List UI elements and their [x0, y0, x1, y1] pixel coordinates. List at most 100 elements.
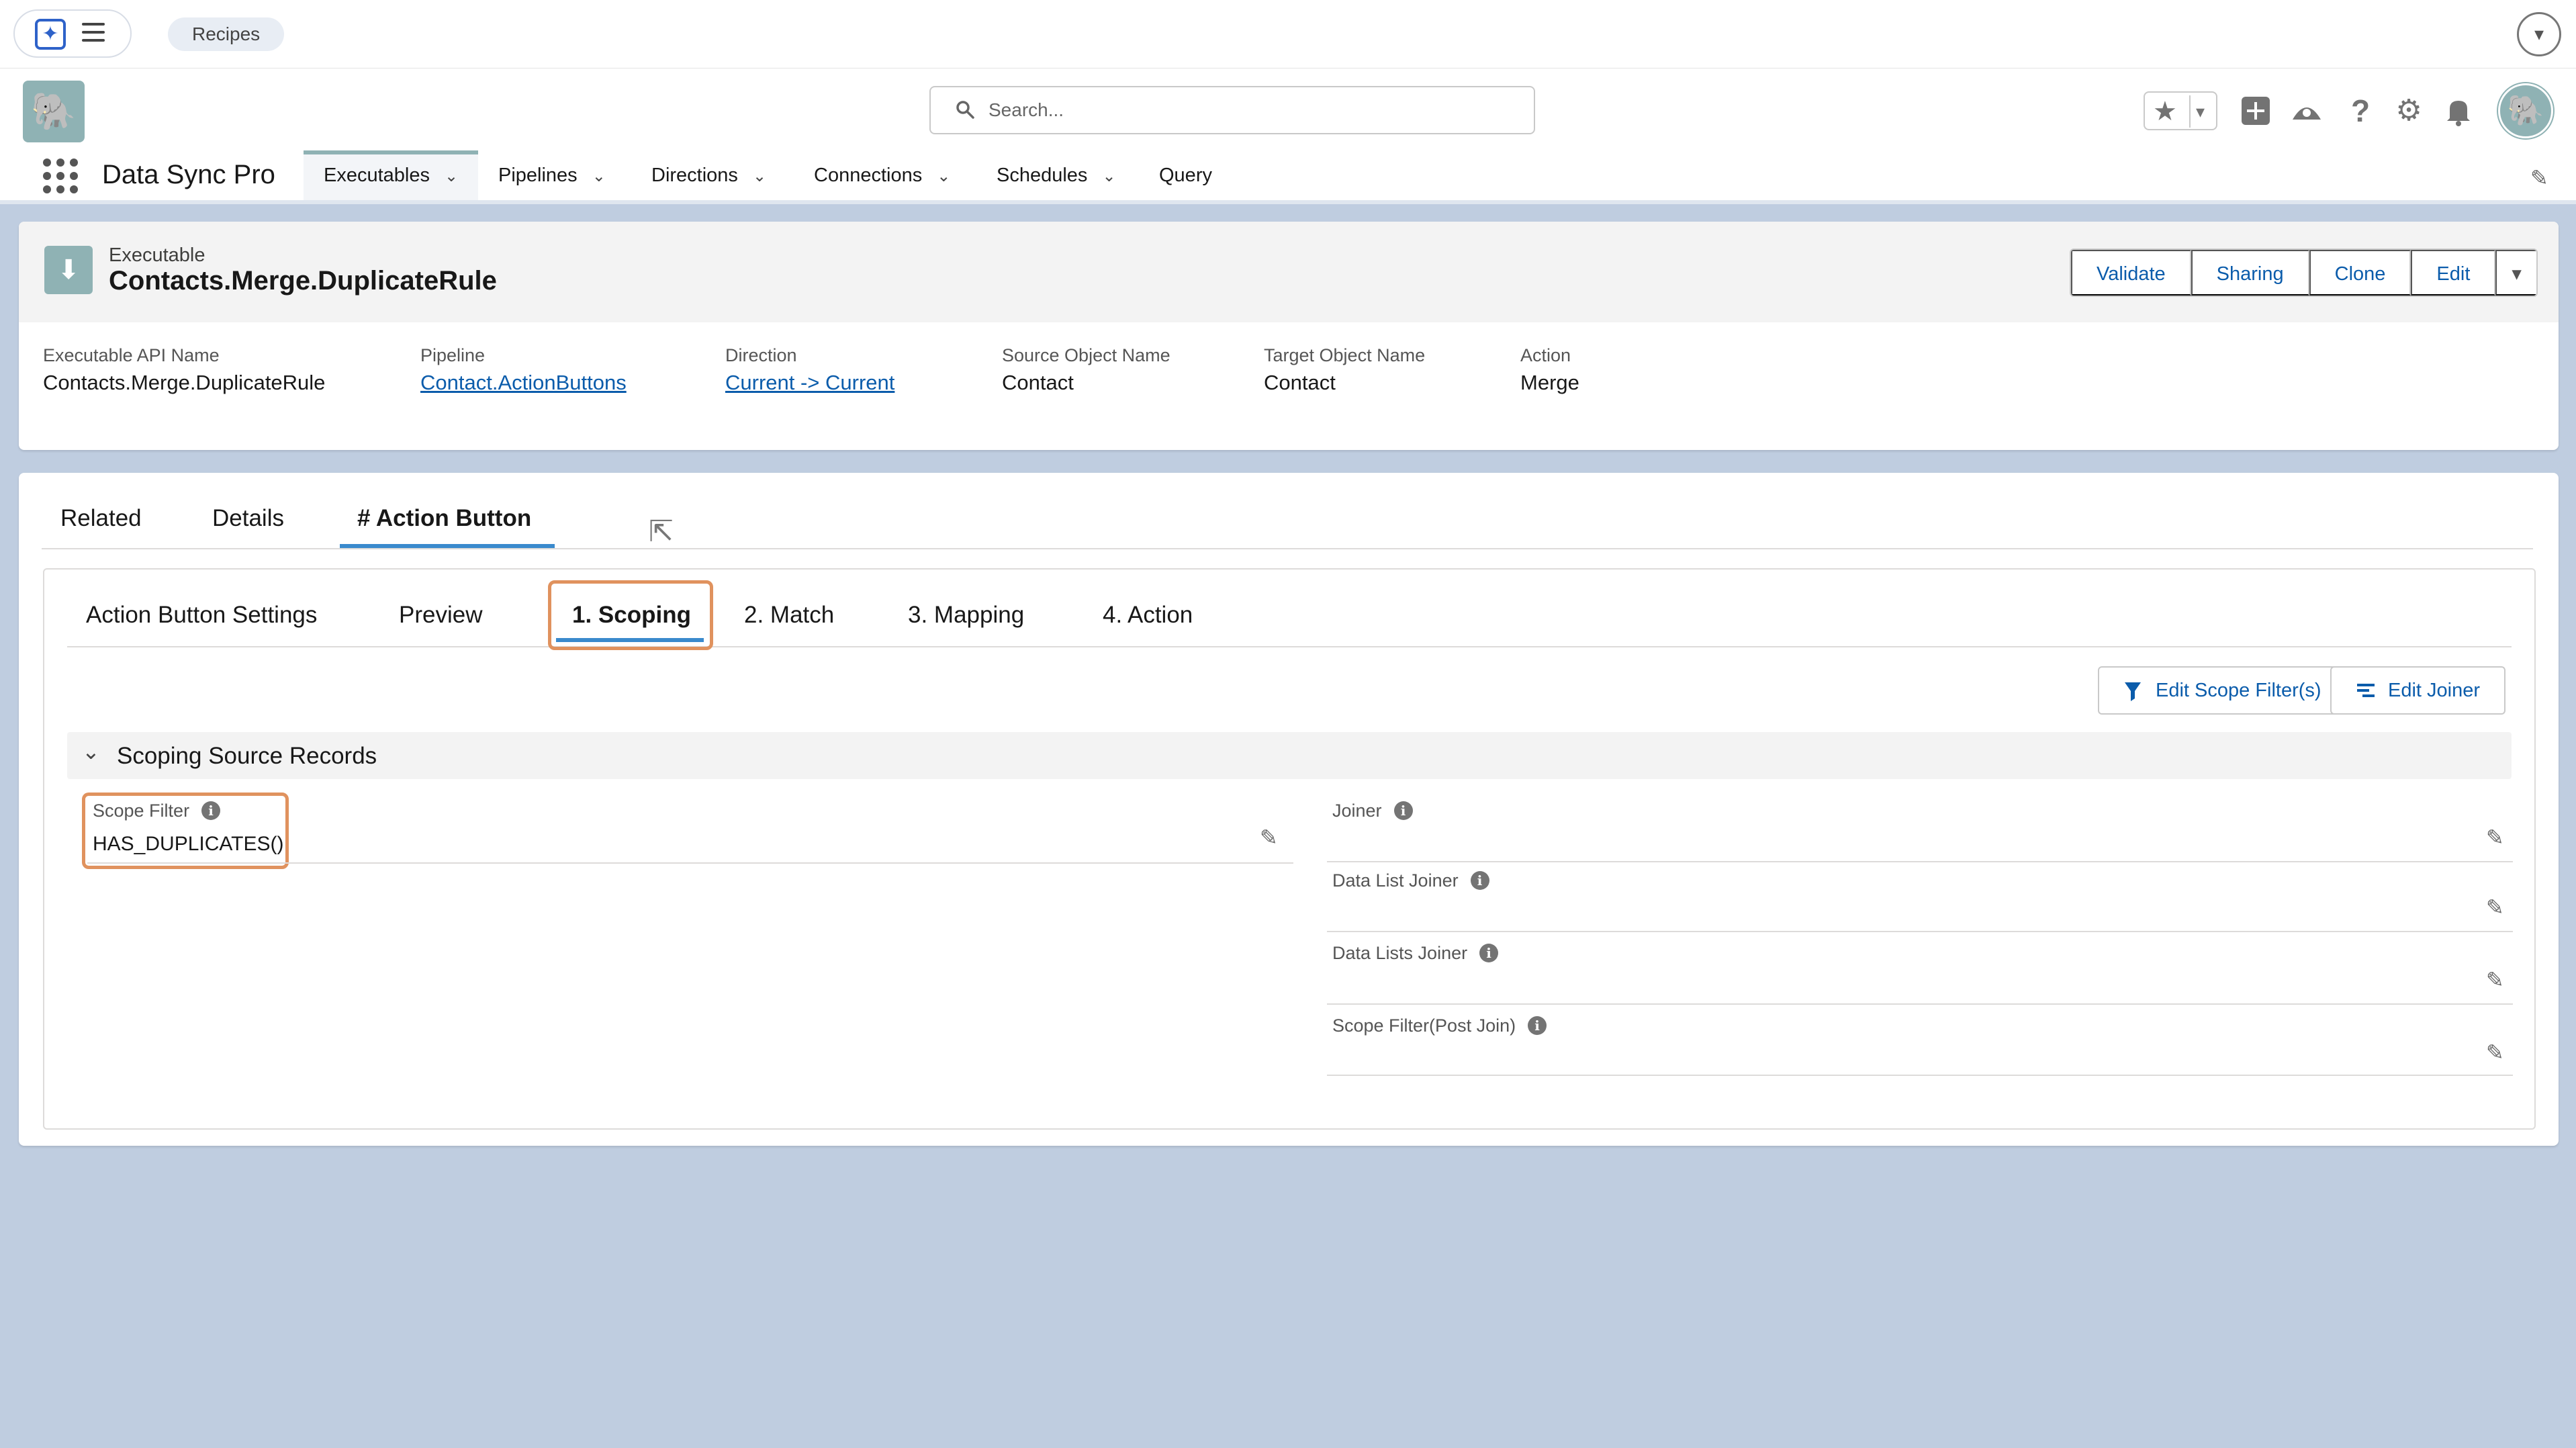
filter-icon: [2123, 668, 2142, 730]
pencil-icon[interactable]: ✎: [2486, 895, 2504, 920]
tab-scoping[interactable]: 1. Scoping: [572, 602, 691, 629]
avatar[interactable]: 🐘: [2498, 83, 2553, 138]
chevron-down-icon[interactable]: ⌄: [937, 152, 950, 201]
field-label: Scope Filter(Post Join): [1332, 1015, 1516, 1036]
recipes-button[interactable]: Recipes: [168, 17, 285, 51]
info-icon[interactable]: i: [1528, 1016, 1547, 1035]
chevron-down-icon[interactable]: ⌄: [445, 156, 458, 197]
action-button-panel: Action Button Settings Preview 1. Scopin…: [43, 568, 2536, 1130]
data-lists-joiner-field: Data Lists Joiner i: [1332, 943, 1499, 964]
pencil-icon[interactable]: ✎: [2486, 967, 2504, 993]
chevron-down-icon[interactable]: ▾: [2517, 12, 2561, 56]
field-value: Contact: [1002, 371, 1074, 394]
field-divider: [1327, 931, 2513, 932]
scope-filter-value: HAS_DUPLICATES(): [93, 833, 284, 855]
sparkle-icon[interactable]: ✦: [35, 19, 66, 50]
data-list-joiner-field: Data List Joiner i: [1332, 870, 1489, 891]
clone-button[interactable]: Clone: [2309, 250, 2411, 296]
field-label: Data List Joiner: [1332, 870, 1459, 891]
joiner-icon: [2356, 668, 2376, 730]
pencil-icon[interactable]: ✎: [2486, 825, 2504, 850]
add-icon[interactable]: [2238, 93, 2274, 129]
field-label: Joiner: [1332, 801, 1382, 821]
chevron-down-icon[interactable]: ⌄: [82, 739, 100, 764]
nav-item-directions[interactable]: Directions ⌄: [651, 150, 766, 200]
edit-joiner-label: Edit Joiner: [2388, 680, 2481, 701]
field-label: Executable API Name: [43, 345, 220, 365]
tab-divider: [42, 548, 2533, 549]
nav-item-label: Connections: [814, 165, 923, 186]
edit-scope-filter-button[interactable]: Edit Scope Filter(s): [2098, 666, 2347, 715]
field-divider: [1327, 1003, 2513, 1005]
more-actions-button[interactable]: ▾: [2495, 250, 2536, 296]
chevron-down-icon[interactable]: ⌄: [1102, 152, 1115, 201]
field-label: Pipeline: [420, 345, 486, 365]
app-launcher-icon[interactable]: [43, 159, 79, 195]
search-icon: [956, 101, 974, 119]
tab-preview[interactable]: Preview: [399, 602, 482, 629]
info-icon[interactable]: i: [1393, 801, 1413, 820]
search-input[interactable]: [988, 95, 1512, 125]
nav-item-label: Directions: [651, 165, 738, 186]
app-logo[interactable]: 🐘: [23, 81, 85, 142]
chevron-down-icon[interactable]: ▾: [2196, 95, 2205, 128]
record-actions: Validate Sharing Clone Edit ▾: [2070, 248, 2538, 297]
info-icon[interactable]: i: [201, 801, 221, 820]
nav-item-label: Pipelines: [498, 165, 578, 186]
menu-icon[interactable]: [82, 23, 105, 43]
launcher-pill[interactable]: ✦: [13, 9, 132, 58]
bell-icon[interactable]: [2440, 93, 2477, 129]
direction-link[interactable]: Current -> Current: [725, 371, 894, 395]
sharing-button[interactable]: Sharing: [2191, 250, 2309, 296]
tab-divider: [67, 646, 2512, 647]
field-value: Merge: [1520, 371, 1579, 394]
favorites-group[interactable]: ★ ▾: [2144, 91, 2217, 130]
field-value: Contact: [1264, 371, 1336, 394]
chevron-down-icon[interactable]: ⌄: [592, 152, 606, 201]
nav-item-executables[interactable]: Executables ⌄: [304, 150, 479, 200]
object-label: Executable: [109, 244, 205, 266]
gear-icon[interactable]: ⚙: [2391, 93, 2427, 129]
scope-filter-field: Scope Filter i: [93, 801, 221, 821]
nav-item-label: Schedules: [997, 165, 1088, 186]
edit-button[interactable]: Edit: [2411, 250, 2496, 296]
pencil-icon[interactable]: ✎: [2486, 1040, 2504, 1065]
tab-match[interactable]: 2. Match: [744, 602, 834, 629]
field-label: Source Object Name: [1002, 345, 1170, 365]
tab-action-button-settings[interactable]: Action Button Settings: [86, 602, 317, 629]
edit-joiner-button[interactable]: Edit Joiner: [2330, 666, 2506, 715]
divider: [2189, 95, 2191, 128]
tab-action-button[interactable]: # Action Button: [357, 505, 531, 532]
tab-details[interactable]: Details: [212, 505, 284, 532]
nav-item-pipelines[interactable]: Pipelines ⌄: [498, 150, 606, 200]
star-icon[interactable]: ★: [2153, 95, 2177, 128]
help-icon[interactable]: ?: [2342, 93, 2379, 129]
info-icon[interactable]: i: [1470, 871, 1489, 890]
field-divider: [1327, 1075, 2513, 1076]
global-search[interactable]: [929, 86, 1535, 134]
tab-mapping[interactable]: 3. Mapping: [908, 602, 1024, 629]
trailhead-icon[interactable]: [2289, 93, 2325, 129]
scope-filter-post-join-field: Scope Filter(Post Join) i: [1332, 1015, 1547, 1036]
nav-item-schedules[interactable]: Schedules ⌄: [997, 150, 1116, 200]
nav-item-query[interactable]: Query: [1159, 150, 1212, 200]
global-header: 🐘 ★ ▾ ? ⚙ 🐘: [0, 69, 2576, 150]
tab-related[interactable]: Related: [60, 505, 142, 532]
app-nav-bar: Data Sync Pro Executables ⌄ Pipelines ⌄ Di…: [0, 150, 2576, 204]
pencil-icon[interactable]: ✎: [1260, 825, 1278, 850]
chevron-down-icon[interactable]: ⌄: [753, 152, 766, 201]
section-header[interactable]: ⌄ Scoping Source Records: [67, 732, 2512, 779]
pencil-icon[interactable]: ✎: [2530, 165, 2548, 191]
field-label: Scope Filter: [93, 801, 190, 821]
joiner-field: Joiner i: [1332, 801, 1413, 821]
nav-item-label: Executables: [324, 165, 430, 186]
section-title: Scoping Source Records: [117, 743, 377, 769]
field-divider: [1327, 861, 2513, 862]
info-icon[interactable]: i: [1479, 944, 1499, 962]
field-label: Direction: [725, 345, 797, 365]
validate-button[interactable]: Validate: [2071, 250, 2191, 296]
field-label: Data Lists Joiner: [1332, 943, 1468, 963]
nav-item-connections[interactable]: Connections ⌄: [814, 150, 950, 200]
pipeline-link[interactable]: Contact.ActionButtons: [420, 371, 627, 395]
tab-action[interactable]: 4. Action: [1103, 602, 1193, 629]
